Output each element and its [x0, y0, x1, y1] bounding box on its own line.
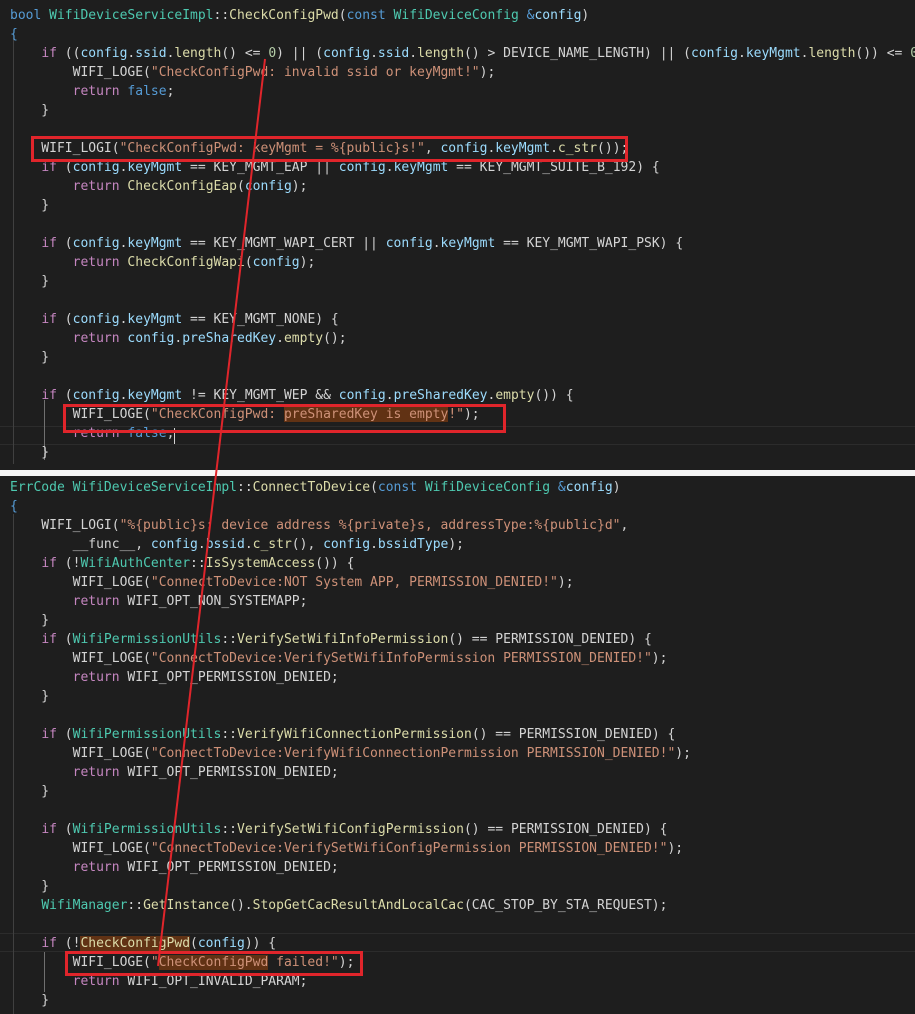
annotation-connector-line — [157, 58, 266, 967]
annotation-arrow-line — [157, 58, 266, 967]
